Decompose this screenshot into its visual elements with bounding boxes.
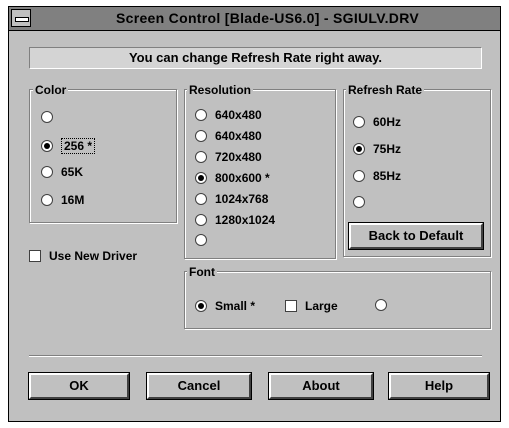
font-option-small[interactable]: Small *	[195, 299, 255, 313]
color-option-256[interactable]: 256 *	[41, 138, 96, 154]
radio-icon	[353, 196, 365, 208]
radio-icon	[375, 299, 387, 311]
resolution-option-800x600[interactable]: 800x600 *	[195, 171, 270, 185]
resolution-option-640x480-a[interactable]: 640x480	[195, 108, 262, 122]
back-to-default-button[interactable]: Back to Default	[348, 222, 484, 250]
font-option-blank[interactable]	[375, 299, 395, 311]
font-group-title: Font	[187, 265, 217, 279]
title-bar: Screen Control [Blade-US6.0] - SGIULV.DR…	[9, 7, 500, 31]
refresh-rate-group-title: Refresh Rate	[346, 83, 425, 97]
radio-checked-icon	[195, 300, 207, 312]
checkbox-icon	[285, 300, 297, 312]
radio-icon	[353, 116, 365, 128]
color-option-blank[interactable]	[41, 111, 61, 123]
radio-icon	[353, 170, 365, 182]
resolution-group-title: Resolution	[187, 83, 253, 97]
radio-icon	[195, 151, 207, 163]
radio-icon	[195, 109, 207, 121]
radio-icon	[41, 111, 53, 123]
help-button[interactable]: Help	[388, 372, 490, 400]
radio-icon	[41, 194, 53, 206]
radio-icon	[195, 234, 207, 246]
color-option-65k[interactable]: 65K	[41, 165, 83, 179]
resolution-option-1280x1024[interactable]: 1280x1024	[195, 213, 275, 227]
radio-icon	[195, 214, 207, 226]
screen-control-dialog: Screen Control [Blade-US6.0] - SGIULV.DR…	[8, 6, 501, 422]
color-group-title: Color	[33, 83, 69, 97]
radio-icon	[195, 193, 207, 205]
radio-checked-icon	[195, 172, 207, 184]
info-message: You can change Refresh Rate right away.	[29, 47, 482, 69]
ok-button[interactable]: OK	[28, 372, 130, 400]
cancel-button[interactable]: Cancel	[146, 372, 252, 400]
use-new-driver-checkbox[interactable]: Use New Driver	[29, 249, 137, 263]
resolution-option-1024x768[interactable]: 1024x768	[195, 192, 268, 206]
system-menu-button[interactable]	[11, 9, 31, 27]
radio-checked-icon	[41, 140, 53, 152]
refresh-option-75hz[interactable]: 75Hz	[353, 142, 401, 156]
radio-icon	[41, 166, 53, 178]
separator	[29, 355, 482, 357]
window-title: Screen Control [Blade-US6.0] - SGIULV.DR…	[116, 10, 419, 26]
color-option-16m[interactable]: 16M	[41, 193, 84, 207]
refresh-option-blank[interactable]	[353, 196, 373, 208]
refresh-option-60hz[interactable]: 60Hz	[353, 115, 401, 129]
refresh-option-85hz[interactable]: 85Hz	[353, 169, 401, 183]
radio-checked-icon	[353, 143, 365, 155]
system-menu-icon	[15, 17, 29, 22]
resolution-option-blank[interactable]	[195, 234, 215, 246]
about-button[interactable]: About	[268, 372, 374, 400]
font-option-large[interactable]: Large	[285, 299, 338, 313]
resolution-option-720x480[interactable]: 720x480	[195, 150, 262, 164]
checkbox-icon	[29, 250, 41, 262]
radio-icon	[195, 130, 207, 142]
resolution-option-640x480-b[interactable]: 640x480	[195, 129, 262, 143]
